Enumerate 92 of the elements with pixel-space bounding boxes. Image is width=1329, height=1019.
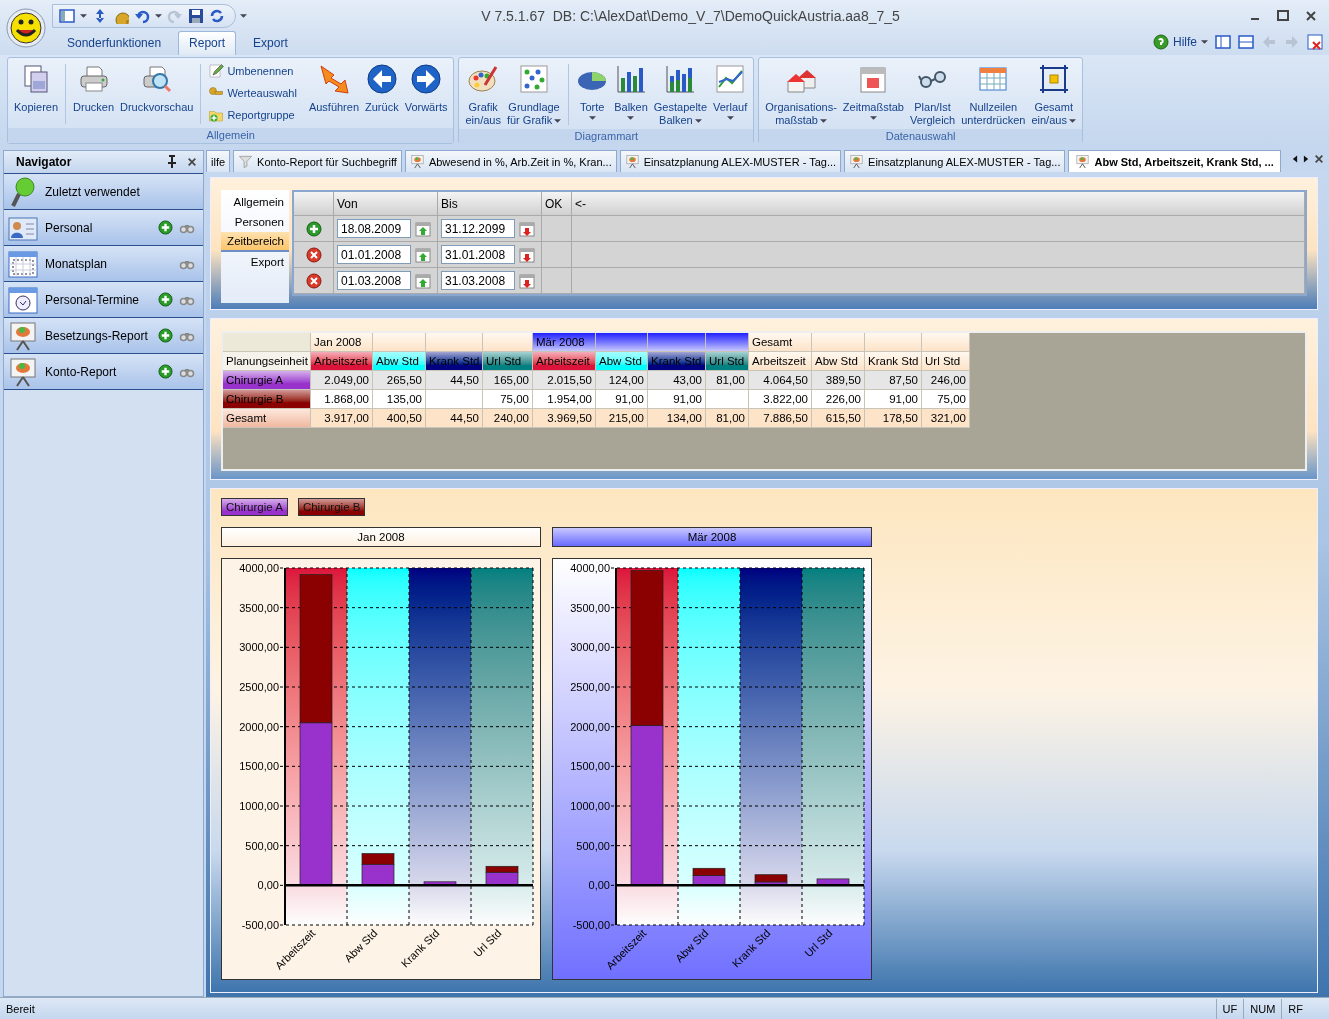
table-cell: 321,00: [922, 409, 970, 428]
table-cell: 265,50: [373, 371, 426, 390]
axis-label: Url Std: [802, 926, 835, 960]
table-cell: 81,00: [706, 409, 749, 428]
status-text: Bereit: [6, 1002, 35, 1015]
table-cell: 44,50: [426, 409, 483, 428]
legend-item: Chirurgie B: [297, 498, 366, 516]
group-title: Allgemein: [8, 128, 454, 143]
window-title: V 7.5.1.67 DB: C:\AlexDat\Demo_V_7\DemoQuickAustria.aa8_7_5: [481, 8, 900, 24]
panel-title: Navigator: [16, 155, 73, 169]
table-cell: 91,00: [596, 390, 648, 409]
axis-label: 1000,00: [239, 800, 279, 812]
table-cell: 165,00: [483, 371, 533, 390]
column-header: Jan 2008: [311, 333, 373, 352]
axis-label: 2500,00: [570, 681, 610, 693]
table-cell: 389,50: [812, 371, 865, 390]
axis-label: 2500,00: [239, 681, 279, 693]
axis-label: 3000,00: [239, 641, 279, 654]
table-cell: 43,00: [648, 371, 706, 390]
table-cell: 3.822,00: [749, 390, 812, 409]
column-header: Abw Std: [596, 352, 648, 371]
table-cell: 91,00: [865, 390, 922, 409]
axis-label: 0,00: [257, 879, 279, 892]
table-cell: 75,00: [483, 390, 533, 409]
table-cell: 226,00: [812, 390, 865, 409]
axis-label: -500,00: [241, 919, 279, 931]
table-cell: 124,00: [596, 371, 648, 390]
table-cell: 2.015,50: [533, 371, 596, 390]
legend-item: Chirurgie A: [221, 498, 288, 516]
axis-label: 3500,00: [239, 601, 279, 614]
table-cell: 134,00: [648, 409, 706, 428]
column-header: Abw Std: [373, 352, 426, 371]
axis-label: 4000,00: [570, 562, 610, 574]
axis-label: 1500,00: [570, 760, 610, 773]
column-header: Arbeitszeit: [533, 352, 596, 371]
column-header: Url Std: [706, 352, 749, 371]
column-header: Krank Std: [648, 352, 706, 371]
table-cell: 81,00: [706, 371, 749, 390]
column-header: Gesamt: [749, 333, 812, 352]
axis-label: 4000,00: [239, 562, 279, 574]
table-cell: 7.886,50: [749, 409, 812, 428]
axis-label: 500,00: [245, 839, 279, 852]
table-cell: 3.969,50: [533, 409, 596, 428]
axis-label: 1500,00: [239, 760, 279, 773]
axis-label: 1000,00: [570, 800, 610, 812]
chart-title: Jan 2008: [221, 527, 541, 547]
axis-label: 500,00: [576, 839, 610, 852]
table-cell: 87,50: [865, 371, 922, 390]
row-header: Chirurgie B: [223, 390, 311, 409]
column-header: Bis: [441, 196, 458, 211]
table-cell: 615,50: [812, 409, 865, 428]
axis-label: 3500,00: [570, 601, 610, 614]
axis-label: 2000,00: [570, 720, 610, 733]
chart-title: Mär 2008: [552, 527, 872, 547]
table-cell: 44,50: [426, 371, 483, 390]
column-header: Krank Std: [426, 352, 483, 371]
column-header: OK: [545, 196, 563, 211]
table-cell: 4.064,50: [749, 371, 812, 390]
column-header: Krank Std: [865, 352, 922, 371]
table-cell: 178,50: [865, 409, 922, 428]
group-title: Datenauswahl: [759, 129, 1082, 144]
table-cell: 1.868,00: [311, 390, 373, 409]
row-header: Chirurgie A: [223, 371, 311, 390]
table-cell: 3.917,00: [311, 409, 373, 428]
column-header: Von: [337, 196, 358, 211]
column-header: Arbeitszeit: [311, 352, 373, 371]
table-cell: 91,00: [648, 390, 706, 409]
table-cell: 75,00: [922, 390, 970, 409]
axis-label: 2000,00: [239, 720, 279, 733]
table-cell: 240,00: [483, 409, 533, 428]
column-header: Url Std: [922, 352, 970, 371]
status-indicator: RF: [1281, 998, 1309, 1019]
table-cell: 2.049,00: [311, 371, 373, 390]
table-cell: 135,00: [373, 390, 426, 409]
column-header: Arbeitszeit: [749, 352, 812, 371]
axis-label: Url Std: [471, 926, 504, 960]
axis-label: -500,00: [572, 919, 610, 931]
table-cell: 1.954,00: [533, 390, 596, 409]
column-header: Abw Std: [812, 352, 865, 371]
status-indicator: UF: [1215, 998, 1244, 1019]
table-cell: 400,50: [373, 409, 426, 428]
column-header: Mär 2008: [533, 333, 596, 352]
group-title: Diagrammart: [459, 129, 754, 144]
row-header: Gesamt: [223, 409, 311, 428]
table-cell: 246,00: [922, 371, 970, 390]
column-header: Planungseinheit: [223, 352, 311, 371]
column-header: Url Std: [483, 352, 533, 371]
axis-label: 3000,00: [570, 641, 610, 654]
axis-label: 0,00: [588, 879, 610, 892]
status-indicator: NUM: [1243, 998, 1282, 1019]
column-header: <-: [575, 196, 586, 211]
table-cell: 215,00: [596, 409, 648, 428]
